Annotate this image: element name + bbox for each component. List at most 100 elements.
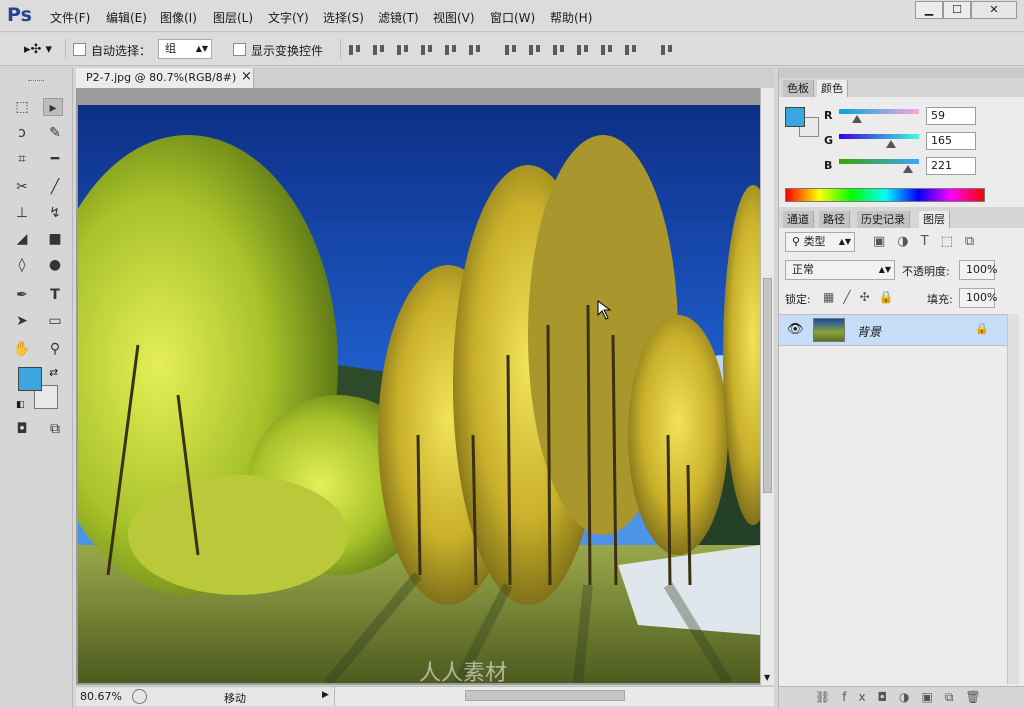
tab-channels[interactable]: 通道 [783,211,814,228]
g-label: G [824,134,834,147]
layer-action-icons[interactable]: ⛓fx◘◑▣⧉🗑 [815,690,993,705]
layers-footer: ⛓fx◘◑▣⧉🗑 [779,686,1024,708]
r-value-field[interactable]: 59 [926,107,976,125]
b-slider-thumb[interactable] [903,165,913,173]
zoom-level[interactable]: 80.67% [80,690,122,703]
layer-name[interactable]: 背景 [857,323,881,340]
auto-select-value: 组 [165,42,176,55]
g-value-field[interactable]: 165 [926,132,976,150]
tab-swatches[interactable]: 色板 [783,80,814,97]
brush-icon[interactable]: ╱ [45,178,65,196]
lasso-icon[interactable]: ↄ [12,124,32,142]
fill-label: 填充: [927,293,953,306]
eyedropper-icon[interactable]: ━ [45,150,65,168]
g-slider-thumb[interactable] [886,140,896,148]
layer-row-background[interactable]: 👁 背景 🔒 [779,314,1007,346]
history-brush-icon[interactable]: ↯ [45,204,65,222]
minimize-button[interactable]: ▁ [915,1,943,19]
menu-view[interactable]: 视图(V) [433,9,475,26]
menu-window[interactable]: 窗口(W) [490,9,535,26]
dist-bottom-icon[interactable] [552,43,566,57]
menu-help[interactable]: 帮助(H) [550,9,592,26]
dist-right-icon[interactable] [624,43,638,57]
b-slider[interactable] [839,159,919,173]
opacity-field[interactable]: 100% [959,260,997,280]
auto-select-checkbox[interactable] [73,43,86,56]
menu-select[interactable]: 选择(S) [323,9,364,26]
dist-hcenter-icon[interactable] [600,43,614,57]
layer-filter-dropdown[interactable]: ⚲ 类型 ▲▼ [785,232,855,252]
hand-icon[interactable]: ✋ [12,340,32,358]
r-slider-thumb[interactable] [852,115,862,123]
gradient-icon[interactable]: ■ [45,230,65,248]
menu-layer[interactable]: 图层(L) [213,9,253,26]
align-right-icon[interactable] [468,43,482,57]
g-slider[interactable] [839,134,919,148]
clone-stamp-icon[interactable]: ⊥ [12,204,32,222]
dodge-icon[interactable]: ● [45,256,65,274]
b-value-field[interactable]: 221 [926,157,976,175]
layers-scrollbar[interactable] [1007,314,1019,684]
align-left-icon[interactable] [420,43,434,57]
h-scroll-thumb[interactable] [465,690,625,701]
auto-align-icon[interactable] [660,43,674,57]
vertical-scrollbar[interactable]: ▼ [760,88,774,685]
panel-foreground-swatch[interactable] [785,107,805,127]
layers-panel: ⚲ 类型 ▲▼ ▣◑T⬚⧉ 正常 ▲▼ 不透明度: 100% 锁定: ▦╱✣🔒 填充… [779,228,1024,686]
close-button[interactable]: ✕ [971,1,1017,19]
align-top-icon[interactable] [348,43,362,57]
menu-type[interactable]: 文字(Y) [268,9,309,26]
lock-icons[interactable]: ▦╱✣🔒 [823,290,903,304]
crop-icon[interactable]: ⌗ [12,150,32,168]
marquee-icon[interactable]: ⬚ [12,98,32,116]
maximize-button[interactable]: ☐ [943,1,971,19]
swap-colors-icon[interactable]: ⇄ [49,366,58,379]
document-image[interactable]: 人人素材 [78,105,760,683]
visibility-eye-icon[interactable]: 👁 [787,322,804,337]
dist-top-icon[interactable] [504,43,518,57]
menu-filter[interactable]: 滤镜(T) [378,9,419,26]
show-transform-checkbox[interactable] [233,43,246,56]
document-tab[interactable]: P2-7.jpg @ 80.7%(RGB/8#) × [76,68,254,88]
menu-edit[interactable]: 编辑(E) [106,9,147,26]
screen-mode-icon[interactable]: ⧉ [45,420,65,438]
move-tool-icon[interactable]: ▸ [43,98,63,116]
layer-filter-icons[interactable]: ▣◑T⬚⧉ [873,234,986,249]
status-menu-icon[interactable] [132,689,147,704]
scroll-thumb[interactable] [763,278,772,493]
blend-mode-dropdown[interactable]: 正常 ▲▼ [785,260,895,280]
horizontal-scrollbar[interactable] [334,687,774,706]
healing-brush-icon[interactable]: ✂ [12,178,32,196]
type-icon[interactable]: T [45,286,65,304]
scroll-down-icon[interactable]: ▼ [764,673,770,682]
move-tool-preset-icon[interactable]: ▸✣ ▾ [24,42,52,57]
eraser-icon[interactable]: ◢ [12,230,32,248]
pen-icon[interactable]: ✒ [12,286,32,304]
dist-left-icon[interactable] [576,43,590,57]
align-hcenter-icon[interactable] [444,43,458,57]
quick-mask-icon[interactable]: ◘ [12,420,32,438]
path-selection-icon[interactable]: ➤ [12,312,32,330]
dist-vcenter-icon[interactable] [528,43,542,57]
canvas-area[interactable]: 人人素材 [76,88,760,685]
menu-file[interactable]: 文件(F) [50,9,90,26]
tab-paths[interactable]: 路径 [819,211,850,228]
tab-history[interactable]: 历史记录 [857,211,910,228]
close-tab-icon[interactable]: × [241,69,252,84]
menu-image[interactable]: 图像(I) [160,9,197,26]
tab-layers[interactable]: 图层 [919,211,950,228]
color-spectrum-bar[interactable] [785,188,985,202]
r-slider[interactable] [839,109,919,123]
fill-field[interactable]: 100% [959,288,997,308]
status-arrow-icon[interactable]: ▶ [322,690,329,700]
align-bottom-icon[interactable] [396,43,410,57]
magic-wand-icon[interactable]: ✎ [45,124,65,142]
blur-icon[interactable]: ◊ [12,256,32,274]
default-colors-icon[interactable]: ◧ [16,400,25,410]
auto-select-dropdown[interactable]: 组 ▲▼ [158,39,212,59]
zoom-icon[interactable]: ⚲ [45,340,65,358]
align-vcenter-icon[interactable] [372,43,386,57]
tab-color[interactable]: 颜色 [817,80,848,97]
rectangle-icon[interactable]: ▭ [45,312,65,330]
foreground-color-swatch[interactable] [18,367,42,391]
